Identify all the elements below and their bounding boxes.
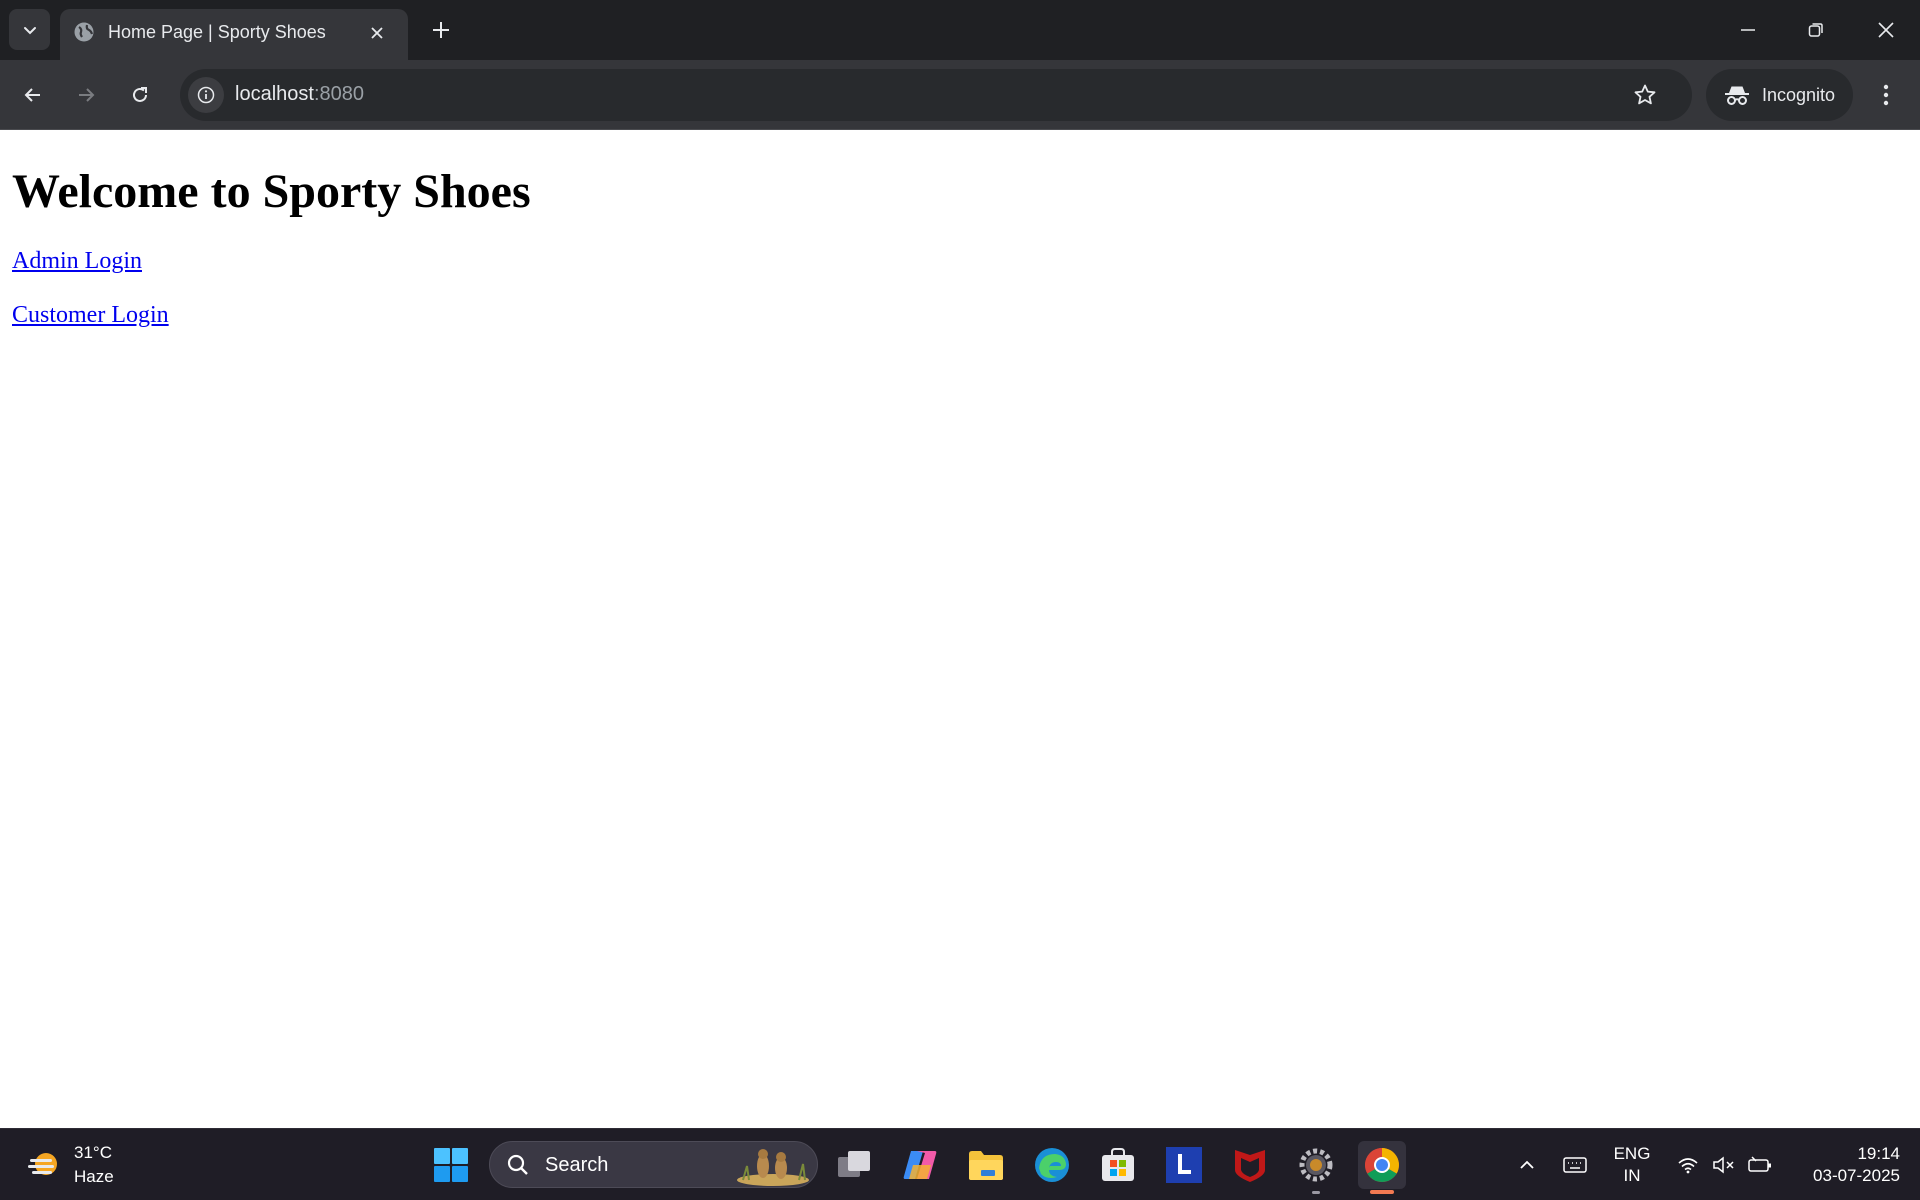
admin-login-link[interactable]: Admin Login (12, 248, 142, 275)
reload-button[interactable] (120, 75, 160, 115)
copilot-button[interactable] (896, 1141, 944, 1189)
chrome-button[interactable] (1358, 1141, 1406, 1189)
taskbar: 31°C Haze Search ENG IN 19:14 03-07-2025 (0, 1128, 1920, 1200)
weather-text: 31°C Haze (74, 1141, 114, 1189)
task-view-button[interactable] (831, 1141, 879, 1189)
restore-button[interactable] (1782, 0, 1850, 60)
battery-charging-icon (1748, 1156, 1771, 1172)
edge-browser-icon (1035, 1148, 1069, 1182)
globe-icon (74, 22, 94, 42)
more-vertical-icon (1883, 84, 1889, 106)
wifi-button[interactable] (1674, 1129, 1702, 1200)
search-label: Search (545, 1154, 609, 1176)
customer-login-link[interactable]: Customer Login (12, 302, 169, 329)
close-window-button[interactable] (1852, 0, 1920, 60)
chevron-up-icon (1520, 1160, 1534, 1169)
minimize-button[interactable] (1714, 0, 1782, 60)
clock[interactable]: 19:14 03-07-2025 (1790, 1143, 1900, 1187)
lang-line2: IN (1623, 1166, 1641, 1185)
mcafee-shield-icon (1235, 1150, 1265, 1182)
address-bar[interactable]: localhost:8080 (180, 69, 1692, 121)
folder-icon (969, 1151, 1003, 1180)
gear-icon (1299, 1148, 1333, 1182)
browser-menu-button[interactable] (1868, 75, 1904, 115)
wifi-icon (1678, 1158, 1698, 1174)
page-viewport: Welcome to Sporty Shoes Admin Login Cust… (0, 131, 1920, 1128)
edge-button[interactable] (1028, 1141, 1076, 1189)
new-tab-button[interactable] (423, 12, 459, 48)
browser-toolbar: localhost:8080 Incognito (0, 60, 1920, 130)
tab-close-button[interactable] (365, 21, 389, 45)
chrome-icon (1365, 1148, 1399, 1182)
windows-logo-icon (434, 1148, 468, 1182)
forward-button[interactable] (66, 75, 106, 115)
close-icon (371, 27, 383, 39)
back-button[interactable] (13, 75, 53, 115)
weather-temp: 31°C (74, 1143, 112, 1162)
show-hidden-icons-button[interactable] (1512, 1129, 1542, 1200)
l-app-button[interactable] (1160, 1141, 1208, 1189)
lang-line1: ENG (1613, 1144, 1651, 1163)
info-icon (197, 86, 215, 104)
copilot-icon (903, 1151, 937, 1179)
site-info-button[interactable] (188, 77, 224, 113)
restore-icon (1808, 23, 1823, 37)
task-view-icon (838, 1151, 870, 1177)
store-icon (1102, 1148, 1134, 1181)
clock-date: 03-07-2025 (1813, 1166, 1900, 1185)
weather-desc: Haze (74, 1167, 114, 1186)
keyboard-icon (1563, 1157, 1587, 1173)
incognito-icon (1725, 86, 1749, 105)
star-icon (1634, 84, 1656, 105)
volume-muted-icon (1713, 1156, 1734, 1174)
battery-button[interactable] (1746, 1129, 1774, 1200)
incognito-label: Incognito (1762, 84, 1836, 105)
incognito-indicator[interactable]: Incognito (1706, 69, 1853, 121)
volume-button[interactable] (1710, 1129, 1738, 1200)
url-host: localhost (235, 83, 314, 105)
running-indicator (1312, 1191, 1320, 1194)
minimize-icon (1741, 29, 1755, 31)
active-app-indicator (1370, 1190, 1394, 1194)
settings-app-button[interactable] (1292, 1141, 1340, 1189)
l-app-icon (1166, 1147, 1202, 1183)
clock-time: 19:14 (1857, 1144, 1900, 1163)
taskbar-search[interactable]: Search (489, 1141, 818, 1188)
close-icon (1878, 22, 1894, 38)
tab-search-button[interactable] (9, 9, 50, 50)
tab-title: Home Page | Sporty Shoes (108, 22, 326, 42)
url-port: :8080 (313, 83, 364, 105)
haze-sun-icon (28, 1153, 57, 1175)
arrow-left-icon (24, 88, 40, 102)
url-text: localhost:8080 (235, 83, 364, 106)
page-title: Welcome to Sporty Shoes (12, 165, 531, 218)
start-button[interactable] (427, 1141, 475, 1189)
file-explorer-button[interactable] (962, 1141, 1010, 1189)
language-indicator[interactable]: ENG IN (1604, 1143, 1660, 1187)
reload-icon (133, 87, 147, 102)
mcafee-button[interactable] (1226, 1141, 1274, 1189)
weather-widget[interactable]: 31°C Haze (26, 1141, 114, 1189)
arrow-right-icon (79, 88, 95, 102)
chevron-down-icon (23, 26, 36, 34)
search-icon (507, 1154, 528, 1175)
microsoft-store-button[interactable] (1094, 1141, 1142, 1189)
tab-strip: Home Page | Sporty Shoes (0, 0, 1920, 60)
search-highlight-meerkats-icon (737, 1149, 809, 1186)
tab-active[interactable]: Home Page | Sporty Shoes (60, 9, 408, 60)
plus-icon (433, 22, 449, 38)
bookmark-button[interactable] (1631, 81, 1659, 109)
touch-keyboard-button[interactable] (1558, 1129, 1592, 1200)
